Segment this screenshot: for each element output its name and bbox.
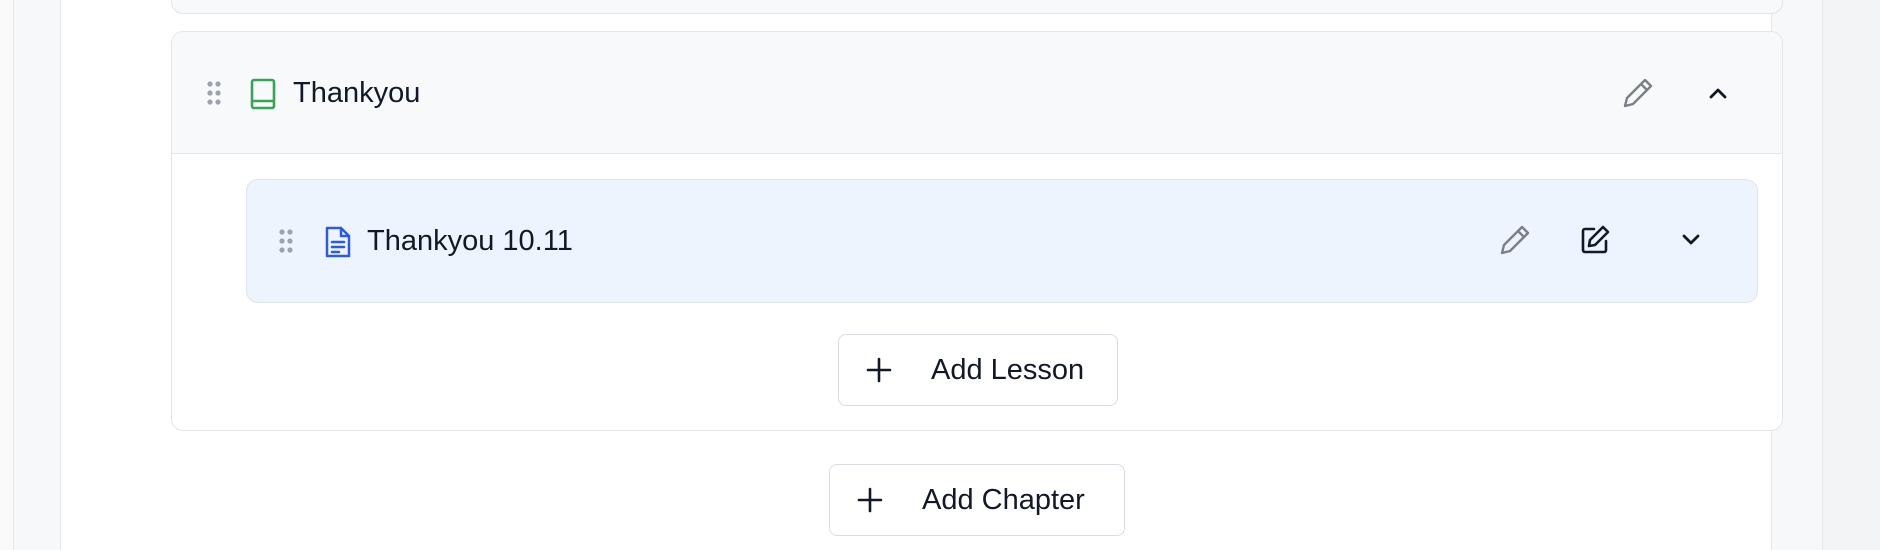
lesson-title: Thankyou 10.11 (367, 225, 573, 257)
chapter-title: Thankyou (293, 77, 421, 109)
add-lesson-label: Add Lesson (931, 354, 1085, 386)
lesson-row[interactable]: Thankyou 10.11 (246, 179, 1758, 303)
pencil-icon (1623, 78, 1653, 108)
previous-chapter-card (171, 0, 1783, 14)
book-icon (250, 78, 276, 110)
edit-square-icon (1581, 225, 1610, 254)
right-gutter (1822, 0, 1880, 550)
add-lesson-button[interactable]: Add Lesson (838, 334, 1118, 406)
plus-icon (856, 486, 884, 514)
plus-icon (865, 356, 893, 384)
add-chapter-label: Add Chapter (922, 484, 1085, 516)
add-chapter-button[interactable]: Add Chapter (829, 464, 1125, 536)
edit-lesson-content-button[interactable] (1571, 216, 1619, 264)
drag-handle-icon[interactable] (277, 227, 295, 255)
chevron-up-icon (1709, 88, 1727, 99)
collapse-chapter-button[interactable] (1694, 69, 1742, 117)
document-icon (325, 226, 351, 258)
left-gutter (0, 0, 14, 550)
chapter-header[interactable]: Thankyou (172, 32, 1782, 154)
edit-chapter-button[interactable] (1614, 69, 1662, 117)
course-outline-panel: Thankyou Thankyou 10.11 Add Lesson Add C… (60, 0, 1783, 550)
pencil-icon (1500, 225, 1530, 255)
chevron-down-icon (1682, 234, 1700, 245)
rename-lesson-button[interactable] (1491, 216, 1539, 264)
expand-lesson-button[interactable] (1667, 216, 1715, 264)
drag-handle-icon[interactable] (205, 79, 223, 107)
chapter-card: Thankyou Thankyou 10.11 Add Lesson (171, 31, 1783, 431)
